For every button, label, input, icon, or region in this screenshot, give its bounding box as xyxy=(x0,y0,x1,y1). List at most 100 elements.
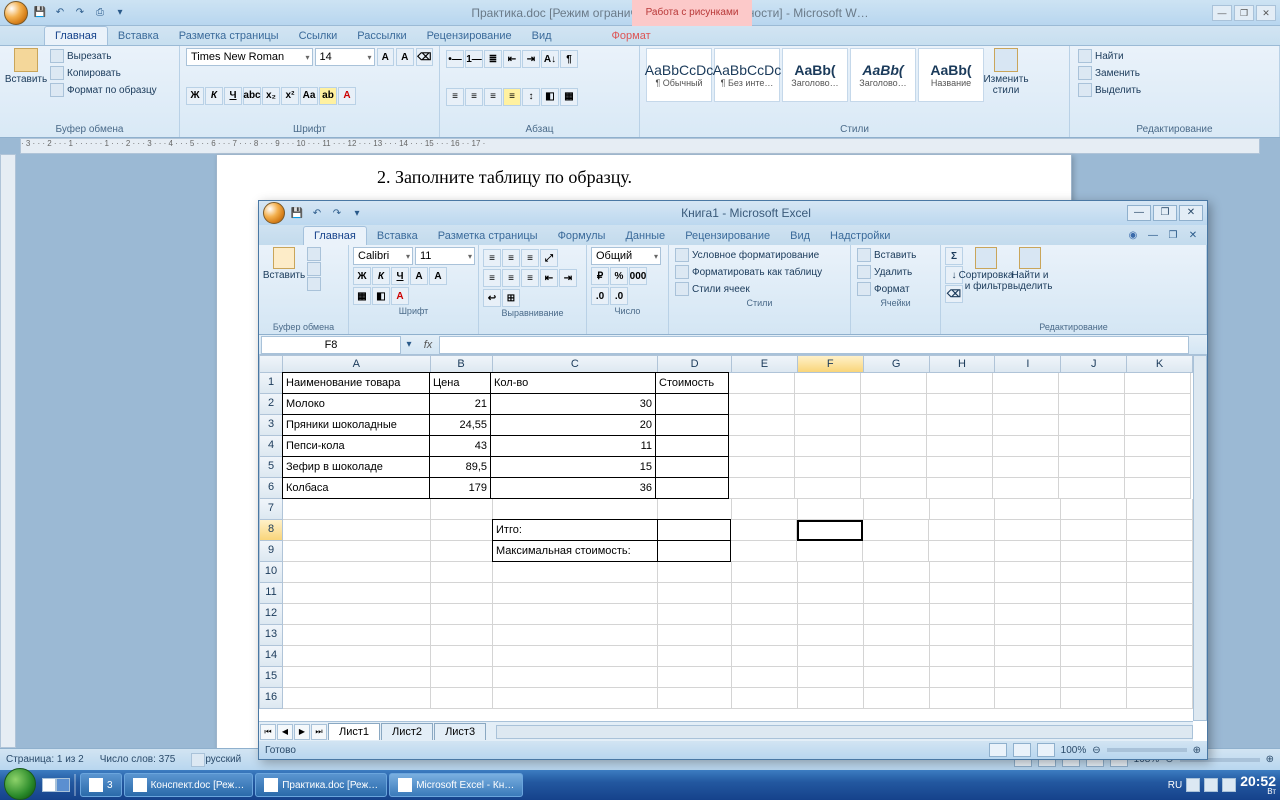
row-16-header[interactable]: 16 xyxy=(259,688,283,709)
excel-fill-button[interactable]: ◧ xyxy=(372,287,390,305)
close-button[interactable]: ✕ xyxy=(1256,5,1276,21)
comma-button[interactable]: 000 xyxy=(629,267,647,285)
align-left-button[interactable]: ≡ xyxy=(446,88,464,106)
excel-brush-icon[interactable] xyxy=(307,277,321,291)
tray-battery-icon[interactable] xyxy=(1222,778,1236,792)
cell-D9[interactable] xyxy=(657,540,731,562)
cell-C6[interactable]: 36 xyxy=(490,477,656,499)
tray-sound-icon[interactable] xyxy=(1186,778,1200,792)
show-marks-button[interactable]: ¶ xyxy=(560,50,578,68)
row-10-header[interactable]: 10 xyxy=(259,562,283,583)
orient-button[interactable]: ⤢ xyxy=(540,249,558,267)
excel-size-combo[interactable]: 11 xyxy=(415,247,475,265)
grow-font-button[interactable]: A xyxy=(377,48,395,66)
bold-button[interactable]: Ж xyxy=(186,87,204,105)
find-button[interactable]: Найти xyxy=(1076,48,1273,64)
excel-cut-icon[interactable] xyxy=(307,247,321,261)
excel-font-combo[interactable]: Calibri xyxy=(353,247,413,265)
multilevel-button[interactable]: ≣ xyxy=(484,50,502,68)
col-E-header[interactable]: E xyxy=(732,355,798,373)
align-top-button[interactable]: ≡ xyxy=(483,249,501,267)
format-as-table-button[interactable]: Форматировать как таблицу xyxy=(673,264,846,280)
excel-view-layout-icon[interactable] xyxy=(1013,743,1031,757)
task-excel[interactable]: Microsoft Excel - Кн… xyxy=(389,773,523,797)
cell-E1[interactable] xyxy=(729,373,795,394)
shrink-font-button[interactable]: A xyxy=(396,48,414,66)
cell-D5[interactable] xyxy=(655,456,729,478)
cut-button[interactable]: Вырезать xyxy=(48,48,159,64)
col-B-header[interactable]: B xyxy=(431,355,493,373)
qat-more-icon[interactable]: ▾ xyxy=(112,5,128,21)
excel-tab-formulas[interactable]: Формулы xyxy=(548,227,616,245)
number-list-button[interactable]: 1— xyxy=(465,50,483,68)
doc-close-button[interactable]: ✕ xyxy=(1185,227,1201,243)
font-name-combo[interactable]: Times New Roman xyxy=(186,48,313,66)
strike-button[interactable]: abc xyxy=(243,87,261,105)
excel-grid[interactable]: A B C D E F G H I J K 1Наименование това… xyxy=(259,355,1193,721)
cell-A1[interactable]: Наименование товара xyxy=(282,372,430,394)
cell-C8[interactable]: Итго: xyxy=(492,519,658,541)
excel-maximize-button[interactable]: ❐ xyxy=(1153,205,1177,221)
excel-office-button[interactable] xyxy=(263,202,285,224)
cell-G1[interactable] xyxy=(861,373,927,394)
italic-button[interactable]: К xyxy=(205,87,223,105)
row-9-header[interactable]: 9 xyxy=(259,541,283,562)
status-words[interactable]: Число слов: 375 xyxy=(100,754,176,765)
row-12-header[interactable]: 12 xyxy=(259,604,283,625)
row-2-header[interactable]: 2 xyxy=(259,394,283,415)
paste-button[interactable]: Вставить xyxy=(6,48,46,85)
cell-styles-button[interactable]: Стили ячеек xyxy=(673,281,846,297)
ruler-horizontal[interactable]: · 3 · · · 2 · · · 1 · · · · · · 1 · · · … xyxy=(20,138,1260,154)
indent-inc-button[interactable]: ⇥ xyxy=(522,50,540,68)
dec-decimal-button[interactable]: .0 xyxy=(610,287,628,305)
style-normal[interactable]: AaBbCcDc¶ Обычный xyxy=(646,48,712,102)
cell-A6[interactable]: Колбаса xyxy=(282,477,430,499)
excel-tab-layout[interactable]: Разметка страницы xyxy=(428,227,548,245)
tab-nav-first[interactable]: ⏮ xyxy=(260,724,276,740)
superscript-button[interactable]: x² xyxy=(281,87,299,105)
ql-explorer-icon[interactable] xyxy=(42,778,56,792)
excel-italic-button[interactable]: К xyxy=(372,267,390,285)
excel-copy-icon[interactable] xyxy=(307,262,321,276)
name-box[interactable]: F8 xyxy=(261,336,401,354)
minimize-button[interactable]: — xyxy=(1212,5,1232,21)
excel-borders-button[interactable]: ▦ xyxy=(353,287,371,305)
task-folder[interactable]: 3 xyxy=(80,773,122,797)
e-align-right-button[interactable]: ≡ xyxy=(521,269,539,287)
tab-nav-prev[interactable]: ◀ xyxy=(277,724,293,740)
row-4-header[interactable]: 4 xyxy=(259,436,283,457)
style-heading2[interactable]: AaBb(Заголово… xyxy=(850,48,916,102)
number-format-combo[interactable]: Общий xyxy=(591,247,661,265)
col-I-header[interactable]: I xyxy=(995,355,1061,373)
excel-close-button[interactable]: ✕ xyxy=(1179,205,1203,221)
ql-ie-icon[interactable] xyxy=(56,778,70,792)
cell-K1[interactable] xyxy=(1125,373,1191,394)
excel-bold-button[interactable]: Ж xyxy=(353,267,371,285)
subscript-button[interactable]: x₂ xyxy=(262,87,280,105)
formula-bar[interactable] xyxy=(439,336,1189,354)
underline-button[interactable]: Ч xyxy=(224,87,242,105)
e-indent-dec-button[interactable]: ⇤ xyxy=(540,269,558,287)
highlight-button[interactable]: ab xyxy=(319,87,337,105)
tab-view[interactable]: Вид xyxy=(522,27,562,45)
excel-view-normal-icon[interactable] xyxy=(989,743,1007,757)
tab-home[interactable]: Главная xyxy=(44,26,108,45)
font-size-combo[interactable]: 14 xyxy=(315,48,375,66)
conditional-fmt-button[interactable]: Условное форматирование xyxy=(673,247,846,263)
currency-button[interactable]: ₽ xyxy=(591,267,609,285)
undo-icon[interactable]: ↶ xyxy=(52,5,68,21)
excel-tab-data[interactable]: Данные xyxy=(615,227,675,245)
align-center-button[interactable]: ≡ xyxy=(465,88,483,106)
help-icon[interactable]: ◉ xyxy=(1125,227,1141,243)
cell-C4[interactable]: 11 xyxy=(490,435,656,457)
cell-A5[interactable]: Зефир в шоколаде xyxy=(282,456,430,478)
excel-shrink-button[interactable]: A xyxy=(429,267,447,285)
start-button[interactable] xyxy=(4,768,36,800)
align-right-button[interactable]: ≡ xyxy=(484,88,502,106)
tab-format[interactable]: Формат xyxy=(602,27,661,45)
status-page[interactable]: Страница: 1 из 2 xyxy=(6,754,84,765)
cell-D8[interactable] xyxy=(657,519,731,541)
excel-paste-button[interactable]: Вставить xyxy=(263,247,305,321)
font-color-button[interactable]: A xyxy=(338,87,356,105)
align-bot-button[interactable]: ≡ xyxy=(521,249,539,267)
